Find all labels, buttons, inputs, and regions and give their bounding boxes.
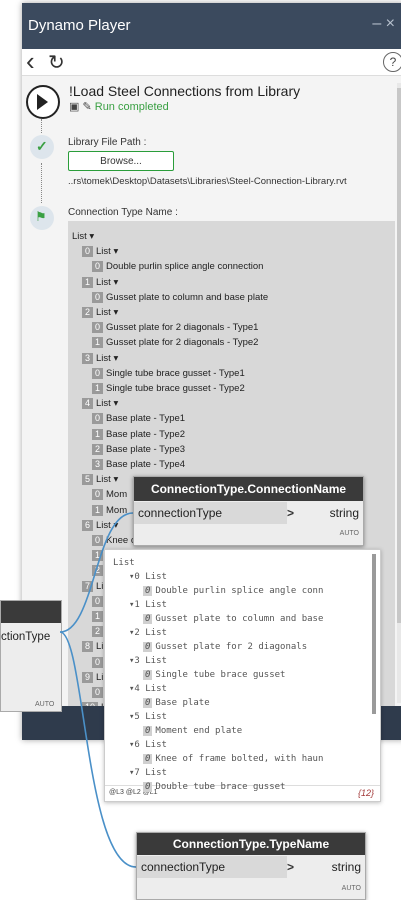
- watch-item-text: Double tube brace gusset: [155, 782, 286, 792]
- output-port-string[interactable]: string: [302, 502, 363, 524]
- watch-scrollbar[interactable]: [372, 554, 376, 714]
- index-badge: 0: [143, 754, 153, 764]
- port-arrow-icon: >: [287, 860, 295, 874]
- watch-group-header: ▾3 List: [129, 656, 167, 666]
- watch-item-text: Knee of frame bolted, with haun: [155, 754, 324, 764]
- index-badge: 0: [143, 642, 153, 652]
- node-title: ConnectionType.ConnectionName: [134, 477, 363, 501]
- lacing-label: AUTO: [341, 885, 361, 892]
- node-title: ConnectionType.TypeName: [137, 833, 365, 855]
- watch-item: 0 Moment end plate: [143, 726, 242, 736]
- index-badge: 0: [143, 698, 153, 708]
- lacing-label: AUTO: [339, 530, 359, 537]
- input-port-connection-type[interactable]: connectionType: [134, 502, 287, 524]
- index-badge: 0: [143, 614, 153, 624]
- index-badge: 0: [143, 782, 153, 792]
- input-port-connection-type[interactable]: connectionType: [137, 856, 287, 878]
- output-port-string[interactable]: string: [305, 856, 365, 878]
- watch-group-header: ▾5 List: [129, 712, 167, 722]
- watch-preview-panel: @L3 @L2 @L1 {12} List ▾0 List 0 Double purl…: [104, 549, 381, 802]
- watch-root: List: [113, 558, 135, 568]
- port-arrow-icon: >: [287, 506, 295, 520]
- watch-item-text: Gusset plate to column and base: [155, 614, 324, 624]
- watch-item-text: Single tube brace gusset: [155, 670, 286, 680]
- watch-item-text: Double purlin splice angle conn: [155, 586, 324, 596]
- watch-group-header: ▾7 List: [129, 768, 167, 778]
- watch-item: 0 Single tube brace gusset: [143, 670, 285, 680]
- watch-item-text: Base plate: [155, 698, 210, 708]
- connection-name-node[interactable]: ConnectionType.ConnectionName connection…: [133, 476, 364, 546]
- index-badge: 0: [143, 586, 153, 596]
- index-badge: 0: [143, 670, 153, 680]
- watch-group-header: ▾2 List: [129, 628, 167, 638]
- watch-item-text: Gusset plate for 2 diagonals: [155, 642, 308, 652]
- watch-item: 0 Double purlin splice angle conn: [143, 586, 323, 596]
- watch-item: 0 Base plate: [143, 698, 210, 708]
- item-count: {12}: [357, 788, 374, 798]
- watch-group-header: ▾1 List: [129, 600, 167, 610]
- watch-group-header: ▾6 List: [129, 740, 167, 750]
- watch-item: 0 Knee of frame bolted, with haun: [143, 754, 323, 764]
- index-badge: 0: [143, 726, 153, 736]
- watch-item: 0 Gusset plate to column and base: [143, 614, 323, 624]
- watch-item: 0 Double tube brace gusset: [143, 782, 285, 792]
- type-name-node[interactable]: ConnectionType.TypeName connectionType >…: [136, 832, 366, 900]
- watch-item: 0 Gusset plate for 2 diagonals: [143, 642, 307, 652]
- watch-group-header: ▾0 List: [129, 572, 167, 582]
- watch-item-text: Moment end plate: [155, 726, 243, 736]
- watch-group-header: ▾4 List: [129, 684, 167, 694]
